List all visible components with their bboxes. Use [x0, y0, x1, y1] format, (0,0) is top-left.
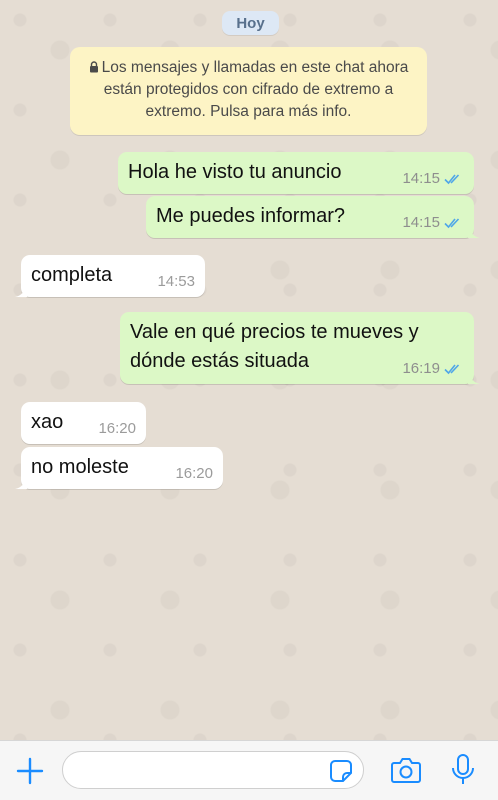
- message-time: 16:20: [175, 465, 213, 482]
- message-text: xao: [31, 411, 64, 433]
- message-meta: 14:53: [157, 274, 195, 290]
- message-bubble-incoming[interactable]: xao 16:20: [21, 402, 146, 444]
- message-bubble-incoming[interactable]: no moleste 16:20: [15, 447, 223, 489]
- message-text-line: Vale en qué precios te mueves y: [130, 321, 419, 343]
- bubble-tail: [468, 224, 480, 238]
- message-time: 16:19: [402, 360, 440, 377]
- bubble-tail: [468, 370, 480, 384]
- plus-icon[interactable]: [16, 757, 44, 785]
- message-time: 14:15: [402, 170, 440, 187]
- double-check-icon: [444, 218, 460, 229]
- message-time: 14:53: [157, 273, 195, 290]
- message-input[interactable]: [62, 751, 364, 789]
- message-meta: 16:19: [402, 361, 464, 377]
- bubble-tail: [15, 283, 27, 297]
- message-meta: 16:20: [98, 421, 136, 437]
- message-meta: 14:15: [402, 215, 464, 231]
- message-meta: 16:20: [175, 466, 213, 482]
- message-text: no moleste: [31, 456, 129, 478]
- message-time: 16:20: [98, 420, 136, 437]
- double-check-icon: [444, 174, 460, 185]
- message-text: Hola he visto tu anuncio: [128, 161, 342, 183]
- message-bubble-outgoing[interactable]: Hola he visto tu anuncio 14:15: [118, 152, 474, 194]
- message-text-line: dónde estás situada: [130, 350, 310, 372]
- camera-icon[interactable]: [390, 756, 422, 784]
- encryption-notice[interactable]: Los mensajes y llamadas en este chat aho…: [70, 47, 427, 135]
- message-input-bar: [0, 740, 498, 800]
- date-separator-label: Hoy: [236, 14, 265, 32]
- message-time: 14:15: [402, 214, 440, 231]
- double-check-icon: [444, 364, 460, 375]
- date-separator: Hoy: [222, 11, 279, 35]
- message-bubble-outgoing[interactable]: Me puedes informar? 14:15: [146, 196, 480, 238]
- message-text: Me puedes informar?: [156, 205, 345, 227]
- sticker-icon[interactable]: [329, 759, 353, 783]
- message-meta: 14:15: [402, 171, 464, 187]
- encryption-notice-text: Los mensajes y llamadas en este chat aho…: [101, 59, 409, 120]
- microphone-icon[interactable]: [450, 753, 476, 787]
- message-text: completa: [31, 264, 113, 286]
- bubble-tail: [15, 475, 27, 489]
- lock-icon: [89, 61, 98, 73]
- message-bubble-outgoing[interactable]: Vale en qué precios te mueves y dónde es…: [120, 312, 480, 384]
- message-bubble-incoming[interactable]: completa 14:53: [15, 255, 205, 297]
